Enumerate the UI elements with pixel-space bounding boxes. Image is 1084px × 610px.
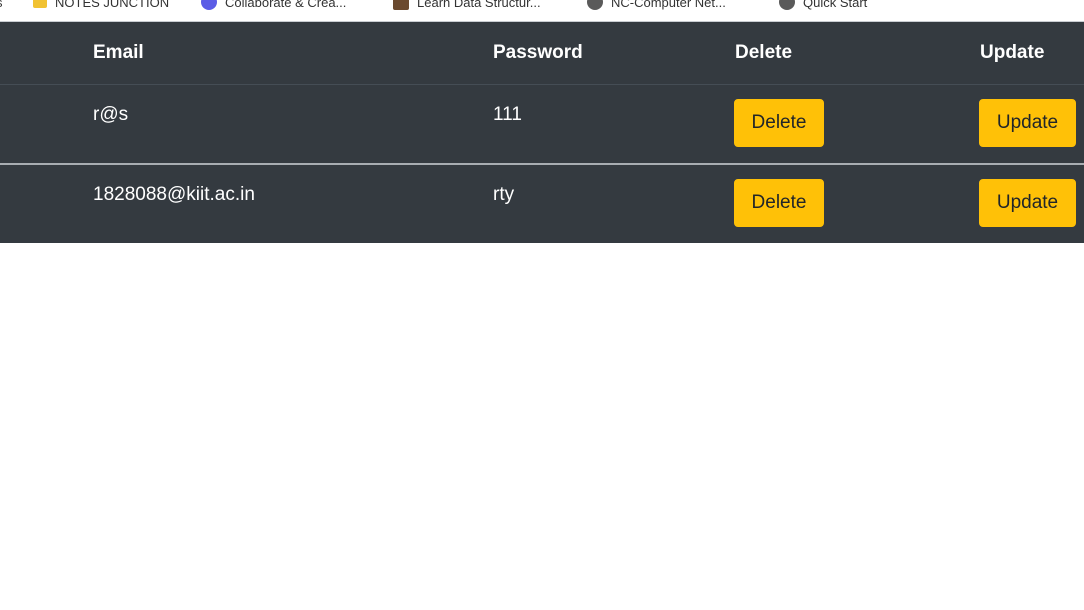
password-cell: 111: [493, 104, 522, 125]
bookmark-collaborate[interactable]: Collaborate & Crea...: [201, 0, 346, 12]
bookmark-quick-start[interactable]: Quick Start: [779, 0, 867, 12]
delete-button[interactable]: Delete: [734, 179, 824, 227]
update-button[interactable]: Update: [979, 179, 1076, 227]
header-email: Email: [93, 42, 144, 63]
globe-icon: [779, 0, 795, 10]
bookmarks-bar: s NOTES JUNCTION Collaborate & Crea... L…: [0, 0, 1084, 22]
book-icon: [393, 0, 409, 10]
bookmark-label: Learn Data Structur...: [417, 0, 541, 10]
header-delete: Delete: [735, 42, 793, 63]
table-header-row: Email Password Delete Update: [0, 22, 1084, 85]
header-update: Update: [980, 42, 1045, 63]
bookmark-label: Quick Start: [803, 0, 868, 10]
bookmark-label: NOTES JUNCTION: [55, 0, 170, 10]
delete-button[interactable]: Delete: [734, 99, 824, 147]
header-password: Password: [493, 42, 583, 63]
bookmark-label: NC-Computer Net...: [611, 0, 726, 10]
bookmark-label: Collaborate & Crea...: [225, 0, 347, 10]
email-cell: r@s: [93, 104, 129, 125]
users-table: Email Password Delete Update r@s 111 Del…: [0, 22, 1084, 243]
folder-icon: [33, 0, 47, 8]
bookmark-learn-ds[interactable]: Learn Data Structur...: [393, 0, 541, 12]
bookmark-partial[interactable]: s: [0, 0, 3, 12]
bookmark-nc-computer[interactable]: NC-Computer Net...: [587, 0, 726, 12]
password-cell: rty: [493, 184, 515, 205]
table-row: 1828088@kiit.ac.in rty Delete Update: [0, 164, 1084, 243]
update-button[interactable]: Update: [979, 99, 1076, 147]
globe-icon: [587, 0, 603, 10]
email-cell: 1828088@kiit.ac.in: [93, 184, 255, 205]
bookmark-label: s: [0, 0, 3, 10]
collab-icon: [201, 0, 217, 10]
bookmark-notes-junction[interactable]: NOTES JUNCTION: [33, 0, 169, 12]
table-row: r@s 111 Delete Update: [0, 84, 1084, 165]
